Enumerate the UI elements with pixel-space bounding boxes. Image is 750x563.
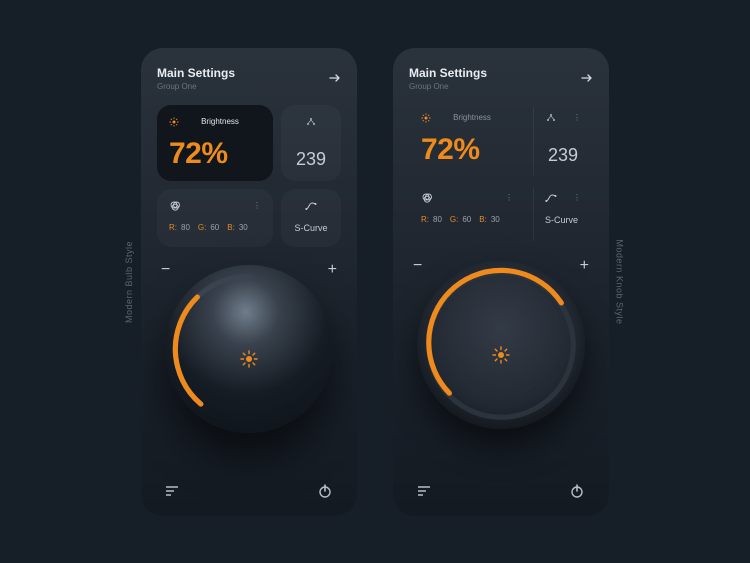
sun-icon <box>491 345 511 365</box>
more-icon[interactable]: ⋮ <box>573 193 581 202</box>
page-title: Main Settings <box>409 66 487 80</box>
secondary-tile[interactable]: 239 <box>281 105 341 181</box>
nodes-icon <box>545 113 557 123</box>
header: Main Settings Group One <box>409 66 593 91</box>
page-subtitle: Group One <box>157 82 235 91</box>
curve-value: S-Curve <box>293 223 329 233</box>
brightness-label: Brightness <box>201 117 239 126</box>
header: Main Settings Group One <box>157 66 341 91</box>
knob-zone: − + <box>157 257 341 480</box>
brightness-icon <box>421 113 431 123</box>
phone-knob: Main Settings Group One Brightness 72% <box>393 48 609 516</box>
forward-arrow-icon[interactable] <box>581 73 593 83</box>
secondary-value: 239 <box>545 145 581 166</box>
rgb-tile[interactable]: ⋮ R:80 G:60 B:30 <box>157 189 273 247</box>
nodes-icon <box>305 117 317 127</box>
rgb-icon <box>169 200 181 212</box>
tiles-grid: Brightness 72% ⋮ 239 <box>409 105 593 243</box>
style-label-left: Modern Bulb Style <box>124 240 134 322</box>
brightness-value: 72% <box>169 137 261 171</box>
forward-arrow-icon[interactable] <box>329 73 341 83</box>
menu-icon[interactable] <box>417 485 433 497</box>
curve-icon <box>305 201 317 211</box>
page-title: Main Settings <box>157 66 235 80</box>
rgb-tile[interactable]: ⋮ R:80 G:60 B:30 <box>409 185 525 243</box>
brightness-tile[interactable]: Brightness 72% <box>409 105 525 177</box>
style-label-right: Modern Knob Style <box>614 239 624 324</box>
power-icon[interactable] <box>569 483 585 499</box>
phones-row: Main Settings Group One Brightness 72% <box>141 48 609 516</box>
rgb-values: R:80 G:60 B:30 <box>169 223 261 232</box>
sun-icon <box>239 349 259 369</box>
curve-tile[interactable]: ⋮ S-Curve <box>533 185 593 243</box>
secondary-value: 239 <box>293 149 329 170</box>
more-icon[interactable]: ⋮ <box>573 113 581 122</box>
curve-value: S-Curve <box>545 215 581 225</box>
curve-tile[interactable]: S-Curve <box>281 189 341 247</box>
bottom-bar <box>157 480 341 502</box>
tiles-grid: Brightness 72% 239 ⋮ <box>157 105 341 247</box>
power-icon[interactable] <box>317 483 333 499</box>
curve-icon <box>545 193 557 203</box>
brightness-icon <box>169 117 179 127</box>
bottom-bar <box>409 480 593 502</box>
rgb-values: R:80 G:60 B:30 <box>421 215 513 224</box>
brightness-label: Brightness <box>453 113 491 122</box>
rgb-icon <box>421 192 433 204</box>
knob-zone: − + <box>409 253 593 480</box>
phone-bulb: Main Settings Group One Brightness 72% <box>141 48 357 516</box>
brightness-knob[interactable] <box>165 265 333 433</box>
page-subtitle: Group One <box>409 82 487 91</box>
brightness-tile[interactable]: Brightness 72% <box>157 105 273 181</box>
more-icon[interactable]: ⋮ <box>505 193 513 202</box>
more-icon[interactable]: ⋮ <box>253 201 261 210</box>
secondary-tile[interactable]: ⋮ 239 <box>533 105 593 177</box>
brightness-value: 72% <box>421 133 513 167</box>
menu-icon[interactable] <box>165 485 181 497</box>
brightness-knob[interactable] <box>417 261 585 429</box>
